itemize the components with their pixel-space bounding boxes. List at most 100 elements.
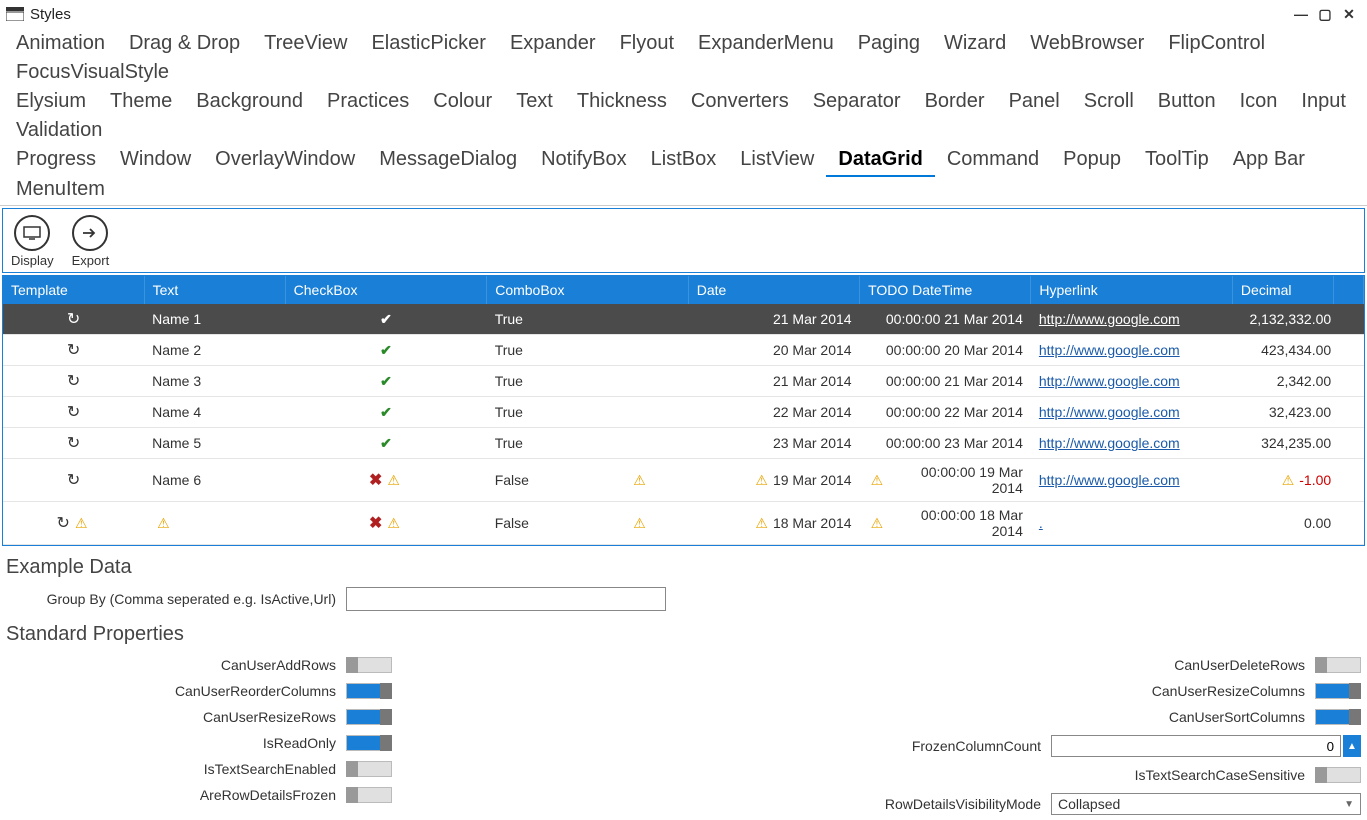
prop-label: CanUserSortColumns [690,709,1316,725]
tab-text[interactable]: Text [504,88,565,117]
refresh-icon[interactable]: ↻ [57,513,70,533]
tab-flipcontrol[interactable]: FlipControl [1156,30,1277,59]
tab-theme[interactable]: Theme [98,88,184,117]
table-row[interactable]: ↻Name 6✖ ⚠False ⚠⚠ 19 Mar 2014⚠ 00:00:00… [3,459,1364,502]
tab-focusvisualstyle[interactable]: FocusVisualStyle [4,59,181,88]
tab-practices[interactable]: Practices [315,88,421,117]
toggle[interactable] [1315,767,1361,783]
tab-drag-drop[interactable]: Drag & Drop [117,30,252,59]
tab-colour[interactable]: Colour [421,88,504,117]
tab-progress[interactable]: Progress [4,146,108,176]
tab-popup[interactable]: Popup [1051,146,1133,176]
cell-date: 21 Mar 2014 [773,373,852,389]
toggle[interactable] [346,683,392,699]
cell-hyperlink[interactable]: http://www.google.com [1039,472,1180,488]
cell-hyperlink[interactable]: . [1039,515,1043,531]
tab-window[interactable]: Window [108,146,203,176]
tab-thickness[interactable]: Thickness [565,88,679,117]
header-hyperlink[interactable]: Hyperlink [1031,276,1233,304]
datagrid[interactable]: Template Text CheckBox ComboBox Date TOD… [2,275,1365,546]
toggle[interactable] [346,787,392,803]
tab-separator[interactable]: Separator [801,88,913,117]
tab-listview[interactable]: ListView [728,146,826,176]
toggle[interactable] [1315,709,1361,725]
tab-menuitem[interactable]: MenuItem [4,176,117,205]
warning-icon: ⚠ [633,472,646,489]
table-row[interactable]: ↻⚠ ⚠✖ ⚠False ⚠⚠ 18 Mar 2014⚠ 00:00:00 18… [3,502,1364,545]
header-decimal[interactable]: Decimal [1232,276,1333,304]
toggle[interactable] [1315,657,1361,673]
tab-notifybox[interactable]: NotifyBox [529,146,639,176]
groupby-input[interactable] [346,587,666,611]
maximize-button[interactable]: ▢ [1313,4,1337,24]
tab-listbox[interactable]: ListBox [639,146,729,176]
tab-border[interactable]: Border [913,88,997,117]
refresh-icon[interactable]: ↻ [67,371,80,391]
header-template[interactable]: Template [3,276,144,304]
table-row[interactable]: ↻Name 4✔True22 Mar 201400:00:00 22 Mar 2… [3,397,1364,428]
toggle[interactable] [346,709,392,725]
tab-elysium[interactable]: Elysium [4,88,98,117]
table-row[interactable]: ↻Name 5✔True23 Mar 201400:00:00 23 Mar 2… [3,428,1364,459]
tab-button[interactable]: Button [1146,88,1228,117]
tab-command[interactable]: Command [935,146,1051,176]
tab-treeview[interactable]: TreeView [252,30,359,59]
warning-icon: ⚠ [755,472,768,489]
cell-hyperlink[interactable]: http://www.google.com [1039,373,1180,389]
tab-panel[interactable]: Panel [997,88,1072,117]
cell-text: Name 6 [152,472,201,488]
refresh-icon[interactable]: ↻ [67,433,80,453]
toggle[interactable] [346,735,392,751]
refresh-icon[interactable]: ↻ [67,470,80,490]
table-row[interactable]: ↻Name 1✔True21 Mar 201400:00:00 21 Mar 2… [3,304,1364,335]
minimize-button[interactable]: — [1289,4,1313,24]
tab-scroll[interactable]: Scroll [1072,88,1146,117]
cell-hyperlink[interactable]: http://www.google.com [1039,311,1180,327]
refresh-icon[interactable]: ↻ [67,340,80,360]
export-button[interactable]: Export [72,215,110,268]
toggle[interactable] [1315,683,1361,699]
header-text[interactable]: Text [144,276,285,304]
header-datetime[interactable]: TODO DateTime [860,276,1031,304]
tab-icon[interactable]: Icon [1228,88,1290,117]
refresh-icon[interactable]: ↻ [67,402,80,422]
tab-validation[interactable]: Validation [4,117,114,146]
toolbar: Display Export [2,208,1365,273]
cell-date: 18 Mar 2014 [773,515,852,531]
tab-webbrowser[interactable]: WebBrowser [1018,30,1156,59]
header-row[interactable]: Template Text CheckBox ComboBox Date TOD… [3,276,1364,304]
tab-messagedialog[interactable]: MessageDialog [367,146,529,176]
cell-text: Name 3 [152,373,201,389]
tab-overlaywindow[interactable]: OverlayWindow [203,146,367,176]
header-date[interactable]: Date [688,276,859,304]
cell-hyperlink[interactable]: http://www.google.com [1039,404,1180,420]
check-icon: ✔ [380,311,392,328]
tab-animation[interactable]: Animation [4,30,117,59]
spinner-up[interactable]: ▲ [1343,735,1361,757]
cell-hyperlink[interactable]: http://www.google.com [1039,342,1180,358]
select[interactable]: Collapsed▼ [1051,793,1361,815]
table-row[interactable]: ↻Name 3✔True21 Mar 201400:00:00 21 Mar 2… [3,366,1364,397]
tab-expander[interactable]: Expander [498,30,608,59]
tab-datagrid[interactable]: DataGrid [826,146,934,177]
header-combo[interactable]: ComboBox [487,276,689,304]
tab-input[interactable]: Input [1289,88,1357,117]
table-row[interactable]: ↻Name 2✔True20 Mar 201400:00:00 20 Mar 2… [3,335,1364,366]
close-button[interactable]: ✕ [1337,4,1361,24]
tab-tooltip[interactable]: ToolTip [1133,146,1221,176]
tab-flyout[interactable]: Flyout [608,30,686,59]
refresh-icon[interactable]: ↻ [67,309,80,329]
tab-background[interactable]: Background [184,88,315,117]
cell-hyperlink[interactable]: http://www.google.com [1039,435,1180,451]
number-input[interactable] [1051,735,1341,757]
tab-paging[interactable]: Paging [846,30,932,59]
toggle[interactable] [346,761,392,777]
tab-wizard[interactable]: Wizard [932,30,1018,59]
tab-expandermenu[interactable]: ExpanderMenu [686,30,846,59]
header-checkbox[interactable]: CheckBox [285,276,487,304]
tab-elasticpicker[interactable]: ElasticPicker [359,30,497,59]
display-button[interactable]: Display [11,215,54,268]
tab-converters[interactable]: Converters [679,88,801,117]
tab-app-bar[interactable]: App Bar [1221,146,1317,176]
toggle[interactable] [346,657,392,673]
